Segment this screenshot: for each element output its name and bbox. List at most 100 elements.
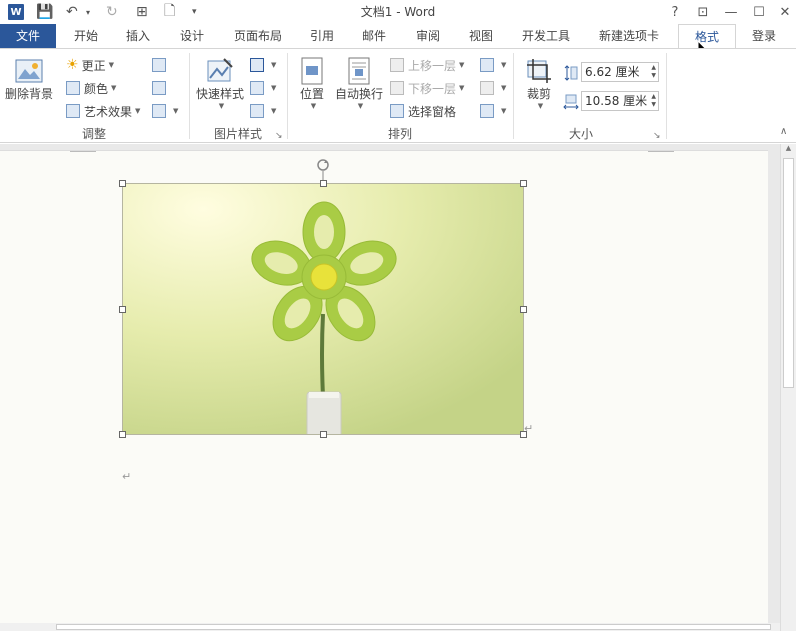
group-divider: [666, 53, 667, 139]
chevron-down-icon: ▼: [501, 107, 507, 115]
help-icon[interactable]: ?: [664, 2, 686, 22]
resize-handle-bottom-left[interactable]: [119, 431, 126, 438]
width-value: 10.58 厘米: [585, 94, 648, 108]
wrap-text-label: 自动换行: [334, 87, 383, 101]
compress-icon: [152, 58, 166, 72]
bring-forward-label: 上移一层: [408, 58, 457, 73]
height-icon: [563, 63, 579, 83]
rotate-icon: [480, 104, 494, 118]
corrections-label: 更正: [81, 58, 106, 73]
wrap-text-button[interactable]: 自动换行 ▼: [334, 57, 384, 110]
remove-background-button[interactable]: 删除背景: [4, 57, 54, 102]
selected-picture[interactable]: [122, 183, 524, 435]
rotate-button[interactable]: ▼: [480, 101, 506, 121]
vertical-scrollbar[interactable]: ▲: [780, 144, 796, 631]
tab-file[interactable]: 文件: [0, 24, 56, 48]
height-spinner-icon[interactable]: ▲ ▼: [651, 64, 656, 80]
picture-border-button[interactable]: ▼: [250, 55, 276, 75]
sun-icon: ☀: [66, 57, 79, 73]
group-button[interactable]: ▼: [480, 78, 506, 98]
ribbon-tabs: 文件 开始 插入 设计 页面布局 引用 邮件 审阅 视图 开发工具 新建选项卡 …: [0, 24, 796, 49]
tab-mailings[interactable]: 邮件: [350, 24, 398, 48]
picture-effects-button[interactable]: ▼: [250, 78, 276, 98]
align-icon: [480, 58, 494, 72]
wrap-text-icon: [348, 57, 370, 85]
tab-developer[interactable]: 开发工具: [514, 24, 578, 48]
color-button[interactable]: 颜色 ▼: [66, 78, 116, 98]
horizontal-scrollbar[interactable]: [0, 623, 780, 631]
chevron-down-icon: ▼: [173, 107, 179, 115]
chevron-down-icon: ▼: [501, 84, 507, 92]
chevron-down-icon: ▼: [459, 84, 465, 92]
resize-handle-right[interactable]: [520, 306, 527, 313]
chevron-down-icon: ▼: [501, 61, 507, 69]
resize-handle-top[interactable]: [320, 180, 327, 187]
group-label-arrange: 排列: [387, 127, 412, 141]
tab-design[interactable]: 设计: [168, 24, 216, 48]
chevron-down-icon: ▼: [271, 84, 277, 92]
collapse-ribbon-icon[interactable]: ∧: [780, 121, 787, 141]
dialog-launcher-icon[interactable]: ↘: [653, 131, 661, 141]
ribbon: 删除背景 ☀ 更正 ▼ 颜色 ▼ 艺术效果 ▼ ▼ 调整 快速样式 ▼ ▼ ▼ ▼ 图…: [0, 48, 796, 143]
resize-handle-top-right[interactable]: [520, 180, 527, 187]
chevron-down-icon: ▼: [135, 107, 141, 115]
chevron-down-icon: ▼: [357, 102, 364, 110]
change-picture-button[interactable]: [152, 78, 170, 98]
reset-picture-button[interactable]: ▼: [152, 101, 178, 121]
resize-handle-top-left[interactable]: [119, 180, 126, 187]
resize-handle-left[interactable]: [119, 306, 126, 313]
remove-background-icon: [15, 59, 43, 83]
artistic-effects-icon: [66, 104, 80, 118]
tab-home[interactable]: 开始: [62, 24, 110, 48]
chevron-down-icon: ▼: [271, 107, 277, 115]
remove-background-label: 删除背景: [4, 87, 53, 101]
chevron-down-icon: ▼: [108, 61, 114, 69]
crop-label: 裁剪: [526, 87, 551, 101]
width-spinner-icon[interactable]: ▲ ▼: [651, 93, 656, 109]
scrollbar-thumb[interactable]: [783, 158, 794, 388]
dialog-launcher-icon[interactable]: ↘: [275, 131, 283, 141]
close-icon[interactable]: ✕: [774, 2, 796, 22]
compress-pictures-button[interactable]: [152, 55, 170, 75]
crop-button[interactable]: 裁剪 ▼: [522, 57, 556, 110]
paragraph-mark: ↵: [524, 422, 534, 435]
width-input[interactable]: 10.58 厘米 ▲ ▼: [581, 91, 659, 111]
group-icon: [480, 81, 494, 95]
flower-image: [123, 184, 523, 434]
tab-insert[interactable]: 插入: [114, 24, 162, 48]
resize-handle-bottom[interactable]: [320, 431, 327, 438]
selection-pane-button[interactable]: 选择窗格: [390, 101, 456, 121]
picture-effects-icon: [250, 81, 264, 95]
chevron-down-icon: ▼: [111, 84, 117, 92]
height-value: 6.62 厘米: [585, 65, 640, 79]
width-icon: [563, 92, 579, 112]
minimize-icon[interactable]: —: [720, 2, 742, 22]
picture-layout-button[interactable]: ▼: [250, 101, 276, 121]
tab-page-layout[interactable]: 页面布局: [226, 24, 290, 48]
horizontal-scrollbar-thumb[interactable]: [56, 624, 771, 630]
artistic-effects-button[interactable]: 艺术效果 ▼: [66, 101, 140, 121]
color-label: 颜色: [84, 81, 109, 96]
sign-in-link[interactable]: 登录: [746, 24, 782, 48]
picture-border-icon: [250, 58, 264, 72]
send-backward-label: 下移一层: [408, 81, 457, 96]
ribbon-display-options-icon[interactable]: ⊡: [692, 2, 714, 22]
align-button[interactable]: ▼: [480, 55, 506, 75]
position-button[interactable]: 位置 ▼: [294, 57, 330, 110]
scroll-up-icon[interactable]: ▲: [781, 144, 796, 152]
tab-new-tab[interactable]: 新建选项卡: [590, 24, 668, 48]
tab-view[interactable]: 视图: [456, 24, 506, 48]
maximize-icon[interactable]: ☐: [748, 2, 770, 22]
crop-icon: [527, 59, 551, 83]
selection-pane-label: 选择窗格: [408, 104, 457, 119]
send-backward-button[interactable]: 下移一层 ▼: [390, 78, 464, 98]
group-label-size: 大小: [568, 127, 593, 141]
tab-references[interactable]: 引用: [298, 24, 346, 48]
corrections-button[interactable]: ☀ 更正 ▼: [66, 55, 114, 75]
chevron-down-icon: ▼: [218, 102, 225, 110]
bring-forward-button[interactable]: 上移一层 ▼: [390, 55, 464, 75]
quick-styles-button[interactable]: 快速样式 ▼: [195, 57, 245, 110]
height-input[interactable]: 6.62 厘米 ▲ ▼: [581, 62, 659, 82]
chevron-down-icon: ▼: [459, 61, 465, 69]
tab-review[interactable]: 审阅: [404, 24, 452, 48]
